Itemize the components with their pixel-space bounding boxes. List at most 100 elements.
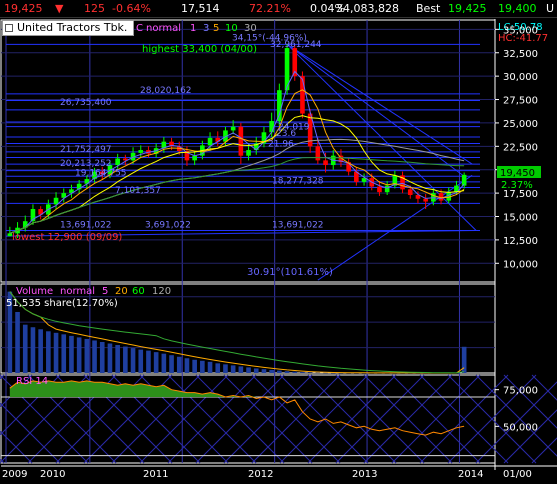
fib-label: 18,277,328 bbox=[272, 177, 324, 187]
volume-bar bbox=[223, 364, 228, 373]
volume-bar bbox=[161, 353, 167, 373]
price-chart-canvas[interactable]: C normal 1 3 5 10 30 LC:50.78 HC:-41.77 … bbox=[0, 0, 557, 484]
volume-bar bbox=[69, 335, 74, 373]
tick-label: 32,500 bbox=[503, 49, 538, 60]
main-legend-ma10: 10 bbox=[225, 23, 238, 34]
chart-background bbox=[0, 19, 557, 484]
volume-bar bbox=[76, 337, 82, 373]
fib-label: 23.6 bbox=[276, 129, 296, 139]
volume-bar bbox=[269, 369, 274, 373]
time-axis-label: 2009 bbox=[2, 469, 27, 480]
volume-bar bbox=[184, 358, 190, 373]
volume-legend-m60: 60 bbox=[132, 286, 145, 297]
fib-label: 26,735,400 bbox=[60, 98, 112, 108]
volume-share: 51,535 share(12.70%) bbox=[6, 298, 118, 309]
main-legend-series: C bbox=[136, 23, 143, 34]
candle-body bbox=[138, 150, 144, 153]
candle-body bbox=[461, 174, 467, 186]
tick-label: 22,500 bbox=[503, 142, 538, 153]
highest-label: highest 33,400 (04/00) bbox=[142, 44, 257, 55]
main-legend-mode: normal bbox=[146, 23, 181, 34]
rsi-legend: RSI 14 bbox=[16, 376, 48, 387]
main-legend-ma5: 5 bbox=[213, 23, 219, 34]
main-legend-ma30: 30 bbox=[244, 23, 257, 34]
fib-label: 21.96 bbox=[268, 139, 294, 149]
candle-body bbox=[407, 189, 413, 195]
volume-bar bbox=[207, 361, 213, 373]
volume-bar bbox=[84, 338, 90, 373]
volume-bar bbox=[107, 343, 113, 373]
tick-label: 10,000 bbox=[503, 259, 538, 270]
volume-bar bbox=[200, 360, 205, 373]
fib-label: 3,691,022 bbox=[145, 221, 191, 231]
volume-legend-mode: normal bbox=[60, 286, 95, 297]
volume-bar bbox=[146, 350, 151, 373]
time-axis-label: 2010 bbox=[40, 469, 65, 480]
tick-label: 30,000 bbox=[503, 72, 538, 83]
candle-body bbox=[277, 90, 282, 122]
volume-bar bbox=[230, 365, 236, 373]
bottom-angle-label: 30.91°(101.61%) bbox=[247, 267, 333, 278]
main-legend-n: 1 bbox=[190, 23, 196, 34]
volume-bar bbox=[38, 329, 43, 373]
fib-label: 28,020,162 bbox=[140, 86, 192, 96]
volume-legend-m120: 120 bbox=[152, 286, 171, 297]
candle-body bbox=[323, 160, 328, 166]
tick-label: 12,500 bbox=[503, 236, 538, 247]
volume-bar bbox=[284, 371, 290, 373]
volume-legend-n: 5 bbox=[102, 286, 108, 297]
volume-bar bbox=[115, 345, 120, 373]
fib-label: 19,164,755 bbox=[75, 168, 127, 178]
fib-label: 34,15°(-44.96%) bbox=[232, 34, 307, 44]
tick-label: 25,000 bbox=[503, 119, 538, 130]
symbol-selector[interactable]: United Tractors Tbk. bbox=[2, 20, 134, 36]
volume-bar bbox=[238, 366, 244, 373]
time-axis-label: 2013 bbox=[352, 469, 377, 480]
volume-bar bbox=[315, 372, 321, 374]
candle-body bbox=[377, 186, 382, 193]
volume-bar bbox=[253, 368, 259, 373]
volume-bar bbox=[153, 352, 159, 373]
fib-label: 7,101,357 bbox=[115, 186, 161, 196]
fib-label: 21,752,497 bbox=[60, 145, 112, 155]
volume-bar bbox=[215, 363, 221, 373]
volume-bar bbox=[130, 348, 136, 373]
fib-label: 13,691,022 bbox=[60, 221, 112, 231]
tick-label: 35,000 bbox=[503, 25, 538, 36]
fib-label: 13,691,022 bbox=[272, 221, 324, 231]
volume-bar bbox=[53, 332, 59, 373]
candle-body bbox=[384, 185, 390, 193]
candle-body bbox=[115, 158, 120, 166]
volume-bar bbox=[292, 371, 298, 373]
volume-bar bbox=[300, 372, 305, 373]
candle-body bbox=[269, 121, 274, 133]
volume-bar bbox=[277, 370, 282, 373]
time-axis-label: 01/00 bbox=[503, 469, 532, 480]
volume-bar bbox=[99, 341, 105, 373]
volume-bar bbox=[92, 340, 97, 373]
volume-legend-label: Volume bbox=[16, 286, 53, 297]
tick-label: 75,000 bbox=[503, 386, 538, 397]
volume-bar bbox=[169, 355, 174, 373]
candle-body bbox=[315, 146, 321, 161]
volume-bar bbox=[307, 372, 313, 373]
candle-body bbox=[423, 198, 428, 202]
volume-legend-m20: 20 bbox=[115, 286, 128, 297]
time-axis-label: 2014 bbox=[458, 469, 483, 480]
time-axis-label: 2012 bbox=[248, 469, 273, 480]
time-axis-label: 2011 bbox=[143, 469, 168, 480]
volume-bar bbox=[46, 331, 51, 373]
price-pct-tag: 2.37% bbox=[501, 180, 533, 191]
candle-body bbox=[238, 126, 244, 156]
main-legend-ma3: 3 bbox=[203, 23, 209, 34]
tick-label: 15,000 bbox=[503, 213, 538, 224]
volume-bar bbox=[61, 334, 67, 373]
volume-bar bbox=[138, 349, 144, 373]
lowest-label: lowest 12,900 (09/09) bbox=[12, 232, 122, 243]
candle-body bbox=[192, 155, 197, 161]
candle-body bbox=[246, 150, 251, 156]
tick-label: 50,000 bbox=[503, 422, 538, 433]
volume-bar bbox=[261, 369, 267, 373]
candle-body bbox=[230, 126, 236, 131]
volume-bar bbox=[30, 327, 36, 373]
